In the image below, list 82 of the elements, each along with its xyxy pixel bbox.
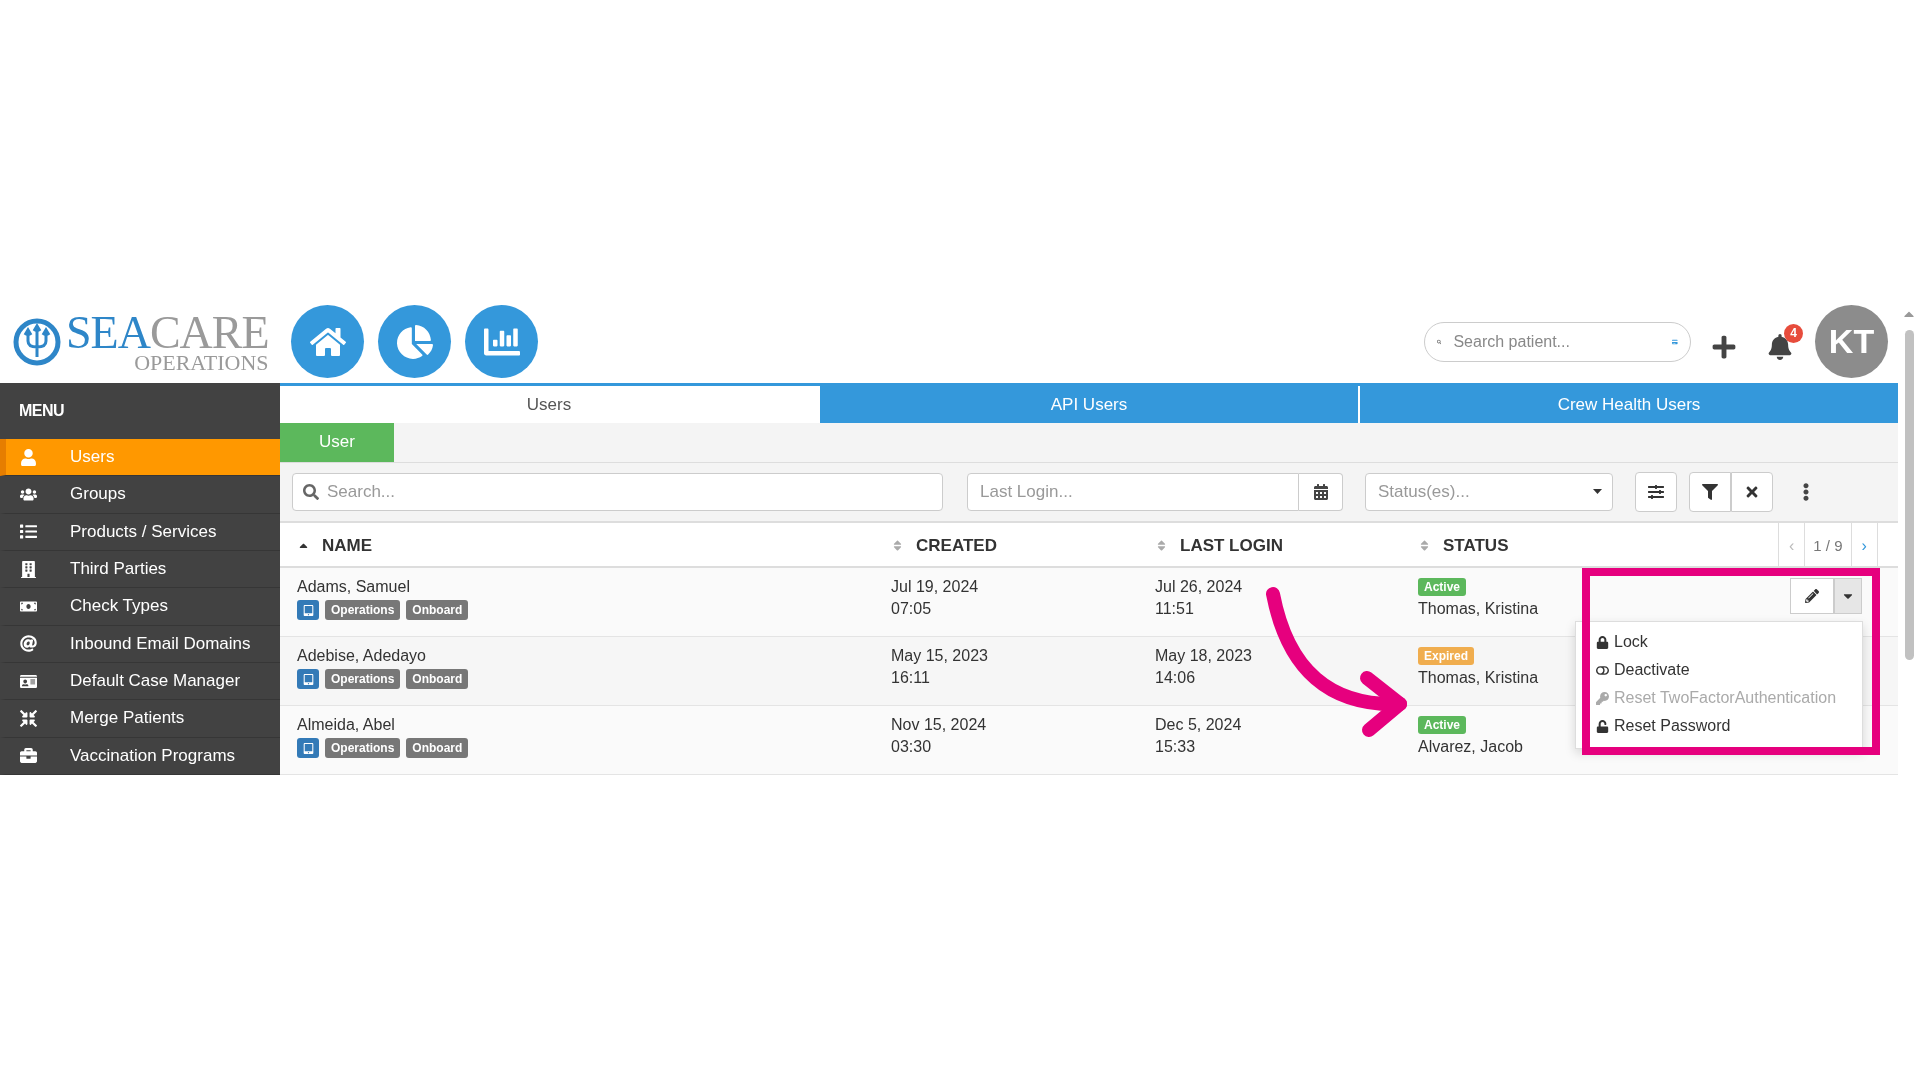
notification-count: 4: [1784, 323, 1803, 343]
sidebar-item[interactable]: Check Types: [0, 588, 280, 626]
notifications-button[interactable]: 4: [1767, 323, 1803, 360]
status-select[interactable]: Status(es)...: [1376, 480, 1587, 503]
unlock-icon: [1596, 719, 1609, 733]
filter-icon: [1702, 483, 1718, 500]
column-header[interactable]: CREATED: [916, 535, 997, 556]
group-tag: Operations: [325, 669, 401, 690]
last-login-field[interactable]: Last Login...: [978, 480, 1288, 503]
pencil-icon: [1805, 589, 1819, 604]
search-icon: [303, 483, 319, 500]
menu-title: MENU: [18, 401, 66, 421]
sidebar-item[interactable]: Default Case Manager: [0, 662, 280, 701]
column-header[interactable]: NAME: [322, 535, 373, 556]
last-login-cell: Dec 5, 2024: [1155, 716, 1242, 735]
last-login-cell: 14:06: [1155, 669, 1196, 688]
filter-button[interactable]: [1689, 471, 1731, 512]
search-box[interactable]: Search...: [292, 472, 943, 511]
plus-icon: [1711, 333, 1737, 360]
sidebar-item[interactable]: Third Parties: [0, 550, 280, 589]
status-badge: Active: [1418, 716, 1467, 735]
manager-name: Alvarez, Jacob: [1418, 738, 1523, 757]
last-login-cell: May 18, 2023: [1155, 647, 1252, 666]
pie-chart-icon: [396, 323, 433, 360]
settings-button[interactable]: [1635, 471, 1677, 512]
dropdown-toggle[interactable]: [1834, 578, 1862, 615]
created-cell: 16:11: [891, 669, 930, 688]
group-tag: Onboard: [406, 738, 469, 759]
menu-item[interactable]: Deactivate: [1576, 656, 1862, 684]
group-tag: Operations: [325, 738, 401, 759]
tablet-icon: [297, 738, 319, 759]
clear-button[interactable]: [1731, 471, 1773, 512]
user-name[interactable]: Almeida, Abel: [297, 716, 395, 735]
lock-icon: [1596, 635, 1609, 649]
user-name[interactable]: Adebise, Adedayo: [297, 647, 426, 666]
manager-name: Thomas, Kristina: [1418, 669, 1539, 688]
sidebar-item[interactable]: Groups: [0, 476, 280, 514]
status-select-box[interactable]: Status(es)...: [1365, 472, 1613, 511]
calendar-icon: [1312, 483, 1329, 500]
compress-arrows-icon: [20, 709, 37, 727]
status-badge: Expired: [1418, 647, 1474, 666]
calendar-button[interactable]: [1299, 472, 1343, 511]
key-icon: [1596, 691, 1609, 705]
page-indicator: 1 / 9: [1804, 523, 1851, 569]
created-cell: 03:30: [891, 738, 932, 757]
edit-button[interactable]: [1790, 578, 1834, 615]
id-card-icon: [20, 672, 37, 690]
group-tag: Onboard: [406, 600, 469, 621]
last-login-cell: 11:51: [1155, 600, 1194, 619]
created-cell: Jul 19, 2024: [891, 578, 979, 597]
patient-search-field[interactable]: Search patient...: [1451, 331, 1663, 352]
briefcase-icon: [20, 747, 37, 765]
column-header[interactable]: STATUS: [1443, 535, 1509, 556]
manager-name: Thomas, Kristina: [1418, 600, 1539, 619]
created-cell: 07:05: [891, 600, 932, 619]
created-cell: Nov 15, 2024: [891, 716, 987, 735]
toggle-icon: [1596, 663, 1609, 677]
trident-logo-icon: [12, 316, 62, 367]
user-name[interactable]: Adams, Samuel: [297, 578, 410, 597]
last-login-cell: Jul 26, 2024: [1155, 578, 1243, 597]
caret-icon: [1593, 489, 1602, 495]
menu-item[interactable]: Lock: [1576, 628, 1862, 656]
tablet-icon: [297, 600, 319, 621]
sliders-icon: [1648, 483, 1664, 500]
tablet-icon: [297, 669, 319, 690]
menu-item[interactable]: Reset Password: [1576, 712, 1862, 740]
created-cell: May 15, 2023: [891, 647, 988, 666]
sidebar-item[interactable]: Products / Services: [0, 513, 280, 551]
last-login-cell: 15:33: [1155, 738, 1196, 757]
sidebar-item[interactable]: Merge Patients: [0, 700, 280, 738]
building-icon: [20, 560, 37, 578]
sidebar-item[interactable]: Inbound Email Domains: [0, 625, 280, 663]
sidebar-item[interactable]: Vaccination Programs: [0, 737, 280, 775]
group-tag: Operations: [325, 600, 401, 621]
search-field[interactable]: Search...: [325, 480, 932, 503]
user-icon: [20, 448, 37, 466]
last-login-box[interactable]: Last Login...: [967, 472, 1299, 511]
group-tag: Onboard: [406, 669, 469, 690]
list-icon: [20, 523, 37, 541]
status-badge: Active: [1418, 578, 1467, 597]
at-sign-icon: [20, 635, 37, 653]
column-header[interactable]: LAST LOGIN: [1180, 535, 1283, 556]
